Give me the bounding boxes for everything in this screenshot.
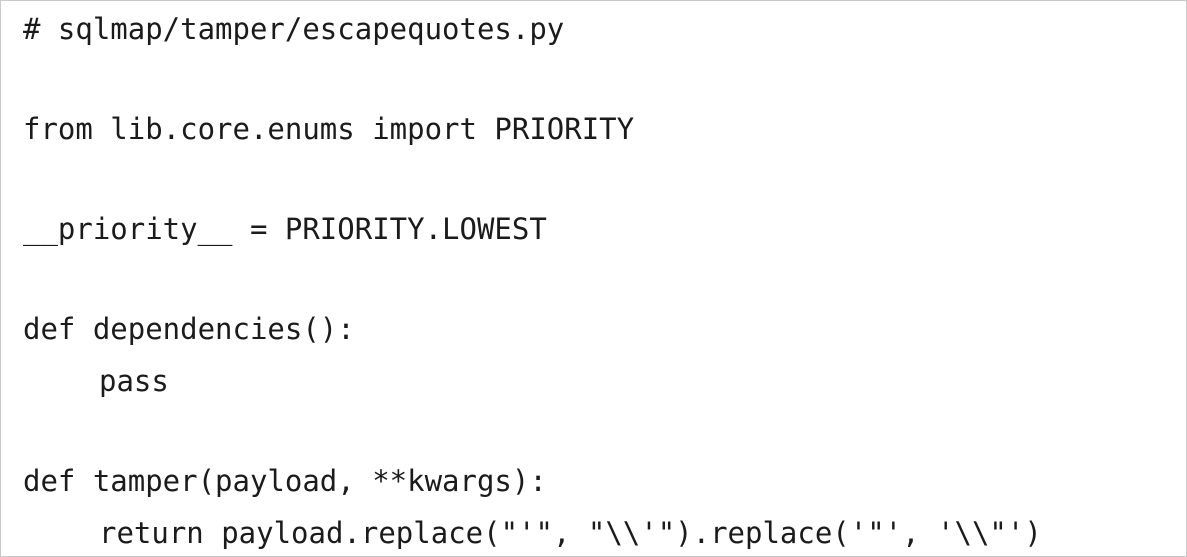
dependencies-def-line: def dependencies():: [23, 312, 355, 346]
priority-assignment-line: __priority__ = PRIORITY.LOWEST: [23, 212, 547, 246]
tamper-def-line: def tamper(payload, **kwargs):: [23, 464, 547, 498]
import-line: from lib.core.enums import PRIORITY: [23, 112, 635, 146]
file-comment-line: # sqlmap/tamper/escapequotes.py: [23, 12, 565, 46]
dependencies-body-line: pass: [99, 364, 169, 398]
code-block: # sqlmap/tamper/escapequotes.py from lib…: [0, 0, 1187, 557]
tamper-return-line: return payload.replace("'", "\\'").repla…: [99, 516, 1042, 550]
